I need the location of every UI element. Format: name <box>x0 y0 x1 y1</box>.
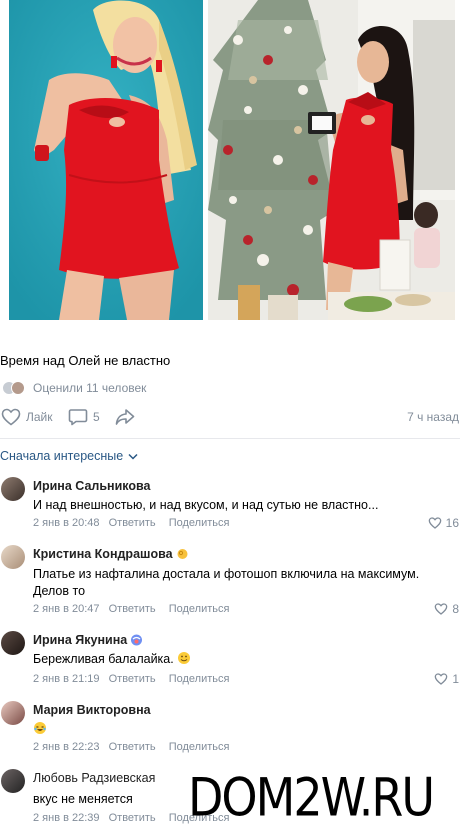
avatar[interactable] <box>1 701 25 725</box>
comment-item: Мария Викторовна 2 янв в 22:23 Ответить … <box>0 701 465 759</box>
post-photos <box>0 0 465 320</box>
comment-like-count: 8 <box>452 602 459 616</box>
comment-date[interactable]: 2 янв в 21:19 <box>33 673 100 685</box>
avatar[interactable] <box>1 477 25 501</box>
comments-sort-dropdown[interactable]: Сначала интересные <box>0 449 138 463</box>
heart-icon <box>1 408 21 426</box>
comment-like-button[interactable]: 1 <box>434 672 459 686</box>
comment-text <box>33 721 453 738</box>
comment-author[interactable]: Ирина Якунина <box>33 633 143 647</box>
comment-author-name: Ирина Якунина <box>33 633 128 647</box>
comment-meta: 2 янв в 22:23 Ответить Поделиться <box>33 741 229 753</box>
photo-woman-red-dress-studio <box>9 0 203 320</box>
comment-item: Ирина Сальникова И над внешностью, и над… <box>0 477 465 535</box>
comment-text: Платье из нафталина достала и фотошоп вк… <box>33 567 420 598</box>
comment-author[interactable]: Ирина Сальникова <box>33 479 150 493</box>
comment-item: Кристина Кондрашова Платье из нафталина … <box>0 545 465 620</box>
comment-date[interactable]: 2 янв в 20:48 <box>33 517 100 529</box>
reply-button[interactable]: Ответить <box>109 812 156 824</box>
comment-author-name: Любовь Радзиевская <box>33 771 156 785</box>
share-comment-button[interactable]: Поделиться <box>169 673 230 685</box>
avatar[interactable] <box>1 769 25 793</box>
comments-sort-label: Сначала интересные <box>0 449 124 463</box>
emoji-badge-icon <box>131 634 143 646</box>
comment-meta: 2 янв в 20:48 Ответить Поделиться <box>33 517 229 529</box>
comment-item: Ирина Якунина Бережливая балалайка. 2 ян… <box>0 631 465 689</box>
avatar[interactable] <box>1 545 25 569</box>
post-time[interactable]: 7 ч назад <box>407 410 459 424</box>
share-comment-button[interactable]: Поделиться <box>169 517 230 529</box>
comment-meta: 2 янв в 20:47 Ответить Поделиться <box>33 603 229 615</box>
comment-date[interactable]: 2 янв в 22:39 <box>33 812 100 824</box>
likes-summary[interactable]: Оценили 11 человек <box>33 381 146 395</box>
like-label: Лайк <box>26 410 53 424</box>
ok-hand-emoji-icon <box>177 549 188 559</box>
post-photo-right[interactable] <box>208 0 455 320</box>
post-likers[interactable]: Оценили 11 человек <box>2 380 146 396</box>
divider <box>0 438 460 439</box>
avatar[interactable] <box>1 631 25 655</box>
chevron-down-icon <box>128 453 138 460</box>
reply-button[interactable]: Ответить <box>109 741 156 753</box>
comment-text-content: Бережливая балалайка. <box>33 652 174 666</box>
comment-icon <box>68 409 88 426</box>
reply-button[interactable]: Ответить <box>109 603 156 615</box>
liker-avatar-icon <box>11 381 25 395</box>
comment-button[interactable]: 5 <box>68 406 100 428</box>
comment-author-name: Кристина Кондрашова <box>33 547 173 561</box>
heart-icon <box>428 517 441 529</box>
photo-woman-christmas-tree <box>208 0 455 320</box>
laughing-emoji-icon <box>34 722 46 734</box>
smile-emoji-icon <box>177 652 190 664</box>
share-comment-button[interactable]: Поделиться <box>169 603 230 615</box>
comment-count: 5 <box>93 410 100 424</box>
comment-like-count: 1 <box>452 672 459 686</box>
comment-like-button[interactable]: 8 <box>434 602 459 616</box>
heart-icon <box>434 603 448 615</box>
reply-button[interactable]: Ответить <box>109 673 156 685</box>
comment-date[interactable]: 2 янв в 20:47 <box>33 603 100 615</box>
comment-author[interactable]: Кристина Кондрашова <box>33 547 189 561</box>
post-text: Время над Олей не властно <box>0 353 171 368</box>
share-comment-button[interactable]: Поделиться <box>169 741 230 753</box>
like-button[interactable]: Лайк <box>1 406 53 428</box>
post-actions: Лайк 5 7 ч назад <box>0 406 465 428</box>
reply-button[interactable]: Ответить <box>109 517 156 529</box>
watermark: DOM2W.RU <box>188 766 435 829</box>
comment-text: И над внешностью, и над вкусом, и над су… <box>33 498 379 512</box>
comment-like-button[interactable]: 16 <box>428 516 459 530</box>
comment-meta: 2 янв в 21:19 Ответить Поделиться <box>33 673 229 685</box>
comment-author[interactable]: Мария Викторовна <box>33 703 151 717</box>
post-photo-left[interactable] <box>9 0 203 320</box>
share-button[interactable] <box>115 406 135 428</box>
comment-date[interactable]: 2 янв в 22:23 <box>33 741 100 753</box>
comment-author[interactable]: Любовь Радзиевская <box>33 771 155 785</box>
comment-text: Бережливая балалайка. <box>33 651 453 668</box>
heart-icon <box>434 673 448 685</box>
share-icon <box>115 409 135 425</box>
comment-like-count: 16 <box>445 516 459 530</box>
